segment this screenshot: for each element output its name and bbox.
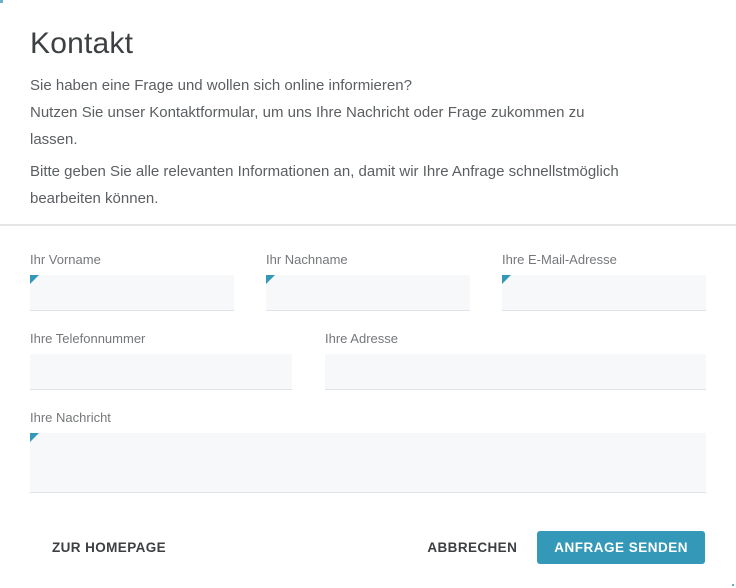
action-bar: ZUR HOMEPAGE ABBRECHEN ANFRAGE SENDEN xyxy=(0,531,736,564)
email-input[interactable] xyxy=(502,275,706,311)
action-bar-right: ABBRECHEN ANFRAGE SENDEN xyxy=(425,531,705,564)
note-paragraph: Bitte geben Sie alle relevanten Informat… xyxy=(30,158,706,212)
cancel-button[interactable]: ABBRECHEN xyxy=(425,532,519,563)
message-label: Ihre Nachricht xyxy=(30,410,111,425)
first-name-label: Ihr Vorname xyxy=(30,252,101,267)
field-address: Ihre Adresse xyxy=(325,331,706,390)
form-row-contact: Ihre Telefonnummer Ihre Adresse xyxy=(30,331,706,390)
address-label: Ihre Adresse xyxy=(325,331,398,346)
first-name-input-wrap xyxy=(30,275,234,311)
field-first-name: Ihr Vorname xyxy=(30,252,234,311)
intro-section: Kontakt Sie haben eine Frage und wollen … xyxy=(0,0,736,212)
first-name-input[interactable] xyxy=(30,275,234,311)
field-last-name: Ihr Nachname xyxy=(266,252,470,311)
homepage-button[interactable]: ZUR HOMEPAGE xyxy=(50,532,168,563)
phone-label: Ihre Telefonnummer xyxy=(30,331,146,346)
intro-line-1: Sie haben eine Frage und wollen sich onl… xyxy=(30,77,412,94)
last-name-label: Ihr Nachname xyxy=(266,252,348,267)
email-label: Ihre E-Mail-Adresse xyxy=(502,252,617,267)
contact-dialog: Kontakt Sie haben eine Frage und wollen … xyxy=(0,0,736,588)
note-line-2: bearbeiten können. xyxy=(30,190,159,207)
message-textarea[interactable] xyxy=(30,433,706,493)
field-phone: Ihre Telefonnummer xyxy=(30,331,292,390)
intro-paragraph: Sie haben eine Frage und wollen sich onl… xyxy=(30,72,706,153)
phone-input[interactable] xyxy=(30,354,292,390)
last-name-input-wrap xyxy=(266,275,470,311)
note-line-1: Bitte geben Sie alle relevanten Informat… xyxy=(30,163,619,180)
address-input[interactable] xyxy=(325,354,706,390)
corner-mark-top-left-icon xyxy=(0,0,3,3)
intro-line-3: lassen. xyxy=(30,131,78,148)
field-message: Ihre Nachricht xyxy=(30,410,706,493)
message-input-wrap xyxy=(30,433,706,493)
intro-line-2: Nutzen Sie unser Kontaktformular, um uns… xyxy=(30,104,585,121)
form-row-message: Ihre Nachricht xyxy=(30,410,706,493)
submit-button[interactable]: ANFRAGE SENDEN xyxy=(537,531,705,564)
contact-form: Ihr Vorname Ihr Nachname Ihre E-Mail-Adr… xyxy=(0,226,736,493)
last-name-input[interactable] xyxy=(266,275,470,311)
field-email: Ihre E-Mail-Adresse xyxy=(502,252,706,311)
corner-mark-bottom-right-icon xyxy=(732,584,734,586)
email-input-wrap xyxy=(502,275,706,311)
page-title: Kontakt xyxy=(30,27,134,60)
form-row-names: Ihr Vorname Ihr Nachname Ihre E-Mail-Adr… xyxy=(30,252,706,311)
phone-input-wrap xyxy=(30,354,292,390)
address-input-wrap xyxy=(325,354,706,390)
